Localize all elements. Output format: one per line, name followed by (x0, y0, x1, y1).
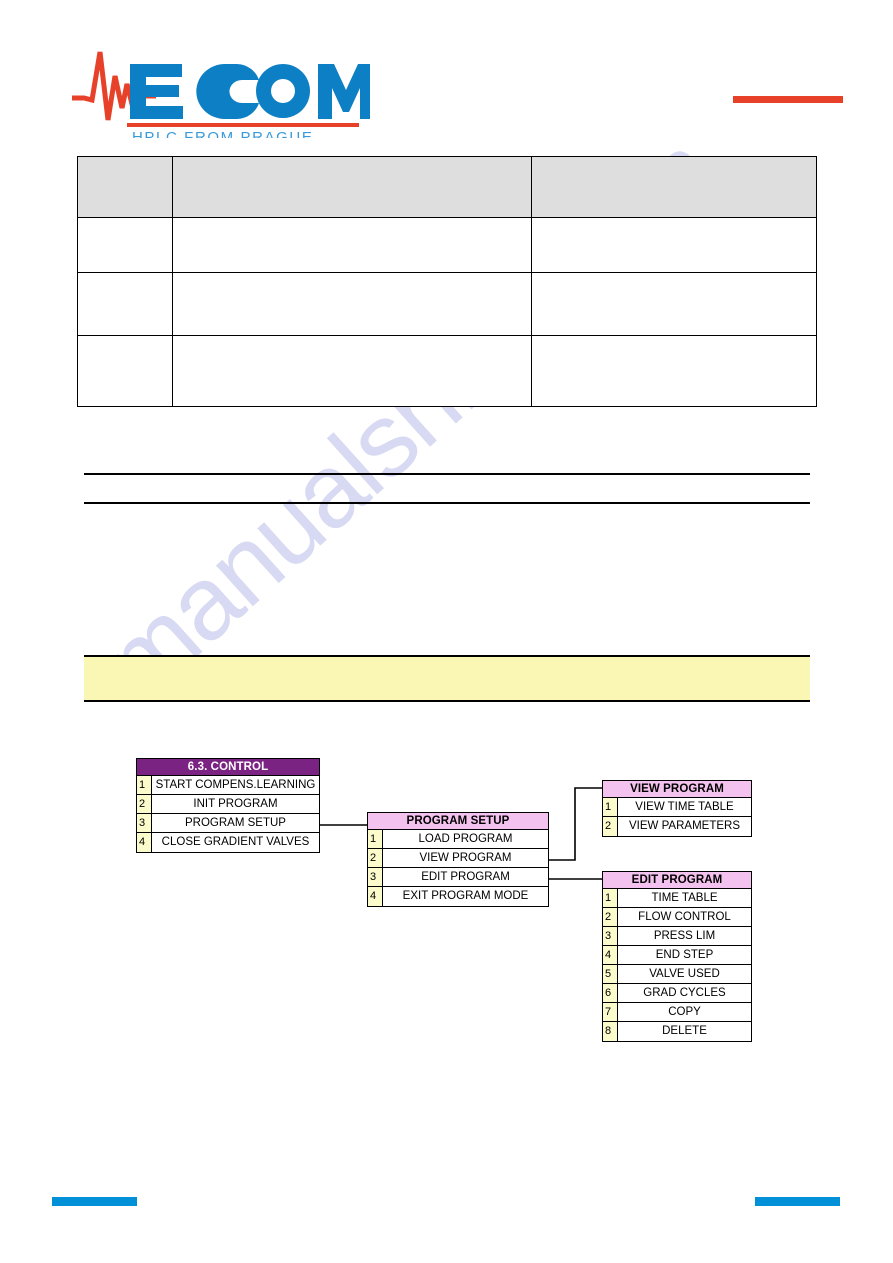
menu-item-number: 6 (603, 984, 618, 1002)
menu-item-number: 1 (368, 830, 383, 848)
menu-item-valve-used[interactable]: 5 VALVE USED (603, 965, 751, 984)
table-row (77, 272, 817, 336)
menu-item-label: GRAD CYCLES (643, 987, 726, 999)
table-cell (531, 272, 817, 336)
table-header-cell-2 (172, 156, 532, 218)
menu-item-label: LOAD PROGRAM (418, 833, 513, 845)
menu-item-number: 3 (603, 927, 618, 945)
menu-item-label: VALVE USED (649, 968, 720, 980)
table-cell (172, 272, 532, 336)
menu-title-control: 6.3. CONTROL (137, 759, 319, 776)
menu-item-flow-control[interactable]: 2 FLOW CONTROL (603, 908, 751, 927)
menu-item-exit-program-mode[interactable]: 4 EXIT PROGRAM MODE (368, 887, 548, 906)
header-accent-rule (733, 96, 843, 103)
menu-item-close-gradient-valves[interactable]: 4 CLOSE GRADIENT VALVES (137, 833, 319, 852)
menu-item-number: 2 (603, 817, 618, 836)
note-banner (84, 655, 810, 702)
table-row (77, 217, 817, 273)
menu-item-view-time-table[interactable]: 1 VIEW TIME TABLE (603, 798, 751, 817)
ecom-logo-svg: HPLC FROM PRAGUE (72, 51, 370, 138)
menu-item-label: EXIT PROGRAM MODE (402, 890, 529, 902)
menu-item-label: TIME TABLE (651, 892, 718, 904)
menu-item-view-parameters[interactable]: 2 VIEW PARAMETERS (603, 817, 751, 836)
table-cell (77, 335, 173, 407)
menu-item-start-compens-learning[interactable]: 1 START COMPENS.LEARNING (137, 776, 319, 795)
menu-box-program-setup[interactable]: PROGRAM SETUP 1 LOAD PROGRAM 2 VIEW PROG… (367, 812, 549, 907)
menu-item-number: 2 (368, 849, 383, 867)
menu-item-label: PRESS LIM (653, 930, 716, 942)
menu-item-label: END STEP (655, 949, 714, 961)
menu-title-view-program: VIEW PROGRAM (603, 781, 751, 798)
menu-item-copy[interactable]: 7 COPY (603, 1003, 751, 1022)
menu-item-label: DELETE (662, 1025, 707, 1037)
table-row (77, 335, 817, 407)
menu-item-number: 2 (137, 795, 152, 813)
table-cell (531, 335, 817, 407)
menu-item-label: VIEW PARAMETERS (629, 820, 740, 832)
menu-box-control[interactable]: 6.3. CONTROL 1 START COMPENS.LEARNING 2 … (136, 758, 320, 853)
menu-item-number: 2 (603, 908, 618, 926)
footer-bar-left (52, 1197, 137, 1206)
menu-item-number: 1 (603, 798, 618, 816)
menu-item-grad-cycles[interactable]: 6 GRAD CYCLES (603, 984, 751, 1003)
menu-item-program-setup[interactable]: 3 PROGRAM SETUP (137, 814, 319, 833)
menu-item-end-step[interactable]: 4 END STEP (603, 946, 751, 965)
menu-item-number: 3 (368, 868, 383, 886)
menu-box-view-program[interactable]: VIEW PROGRAM 1 VIEW TIME TABLE 2 VIEW PA… (602, 780, 752, 837)
menu-box-edit-program[interactable]: EDIT PROGRAM 1 TIME TABLE 2 FLOW CONTROL… (602, 871, 752, 1042)
menu-item-label: VIEW PROGRAM (419, 852, 512, 864)
menu-item-number: 5 (603, 965, 618, 983)
menu-item-label: PROGRAM SETUP (185, 817, 286, 829)
section-divider-bottom (84, 502, 810, 504)
menu-item-time-table[interactable]: 1 TIME TABLE (603, 889, 751, 908)
menu-title-program-setup: PROGRAM SETUP (368, 813, 548, 830)
menu-item-label: FLOW CONTROL (638, 911, 731, 923)
table-header-cell-1 (77, 156, 173, 218)
footer-bar-right (755, 1197, 840, 1206)
menu-item-number: 8 (603, 1022, 618, 1041)
menu-item-init-program[interactable]: 2 INIT PROGRAM (137, 795, 319, 814)
menu-item-number: 1 (137, 776, 152, 794)
table-cell (531, 217, 817, 273)
table-cell (77, 272, 173, 336)
menu-item-number: 3 (137, 814, 152, 832)
menu-item-label: VIEW TIME TABLE (635, 801, 734, 813)
menu-item-load-program[interactable]: 1 LOAD PROGRAM (368, 830, 548, 849)
table-cell (77, 217, 173, 273)
spec-table (77, 156, 817, 407)
logo-underline (127, 123, 359, 127)
menu-title-edit-program: EDIT PROGRAM (603, 872, 751, 889)
menu-item-label: CLOSE GRADIENT VALVES (161, 836, 310, 848)
table-header-cell-3 (531, 156, 817, 218)
menu-item-number: 1 (603, 889, 618, 907)
menu-item-delete[interactable]: 8 DELETE (603, 1022, 751, 1041)
menu-item-number: 4 (137, 833, 152, 852)
menu-item-label: COPY (668, 1006, 701, 1018)
ecom-wordmark (130, 64, 370, 119)
menu-item-label: EDIT PROGRAM (421, 871, 510, 883)
menu-item-label: START COMPENS.LEARNING (155, 779, 316, 791)
table-cell (172, 217, 532, 273)
table-cell (172, 335, 532, 407)
menu-item-edit-program[interactable]: 3 EDIT PROGRAM (368, 868, 548, 887)
ecom-logo: HPLC FROM PRAGUE (70, 38, 370, 138)
menu-item-number: 4 (368, 887, 383, 906)
menu-item-press-lim[interactable]: 3 PRESS LIM (603, 927, 751, 946)
menu-item-number: 4 (603, 946, 618, 964)
menu-item-number: 7 (603, 1003, 618, 1021)
logo-tagline: HPLC FROM PRAGUE (132, 129, 313, 138)
table-header-row (77, 156, 817, 218)
menu-item-label: INIT PROGRAM (193, 798, 278, 810)
section-divider-top (84, 473, 810, 475)
document-page: manualshive.com HPLC FROM PRAGUE 6.3. CO… (0, 0, 893, 1263)
menu-item-view-program[interactable]: 2 VIEW PROGRAM (368, 849, 548, 868)
